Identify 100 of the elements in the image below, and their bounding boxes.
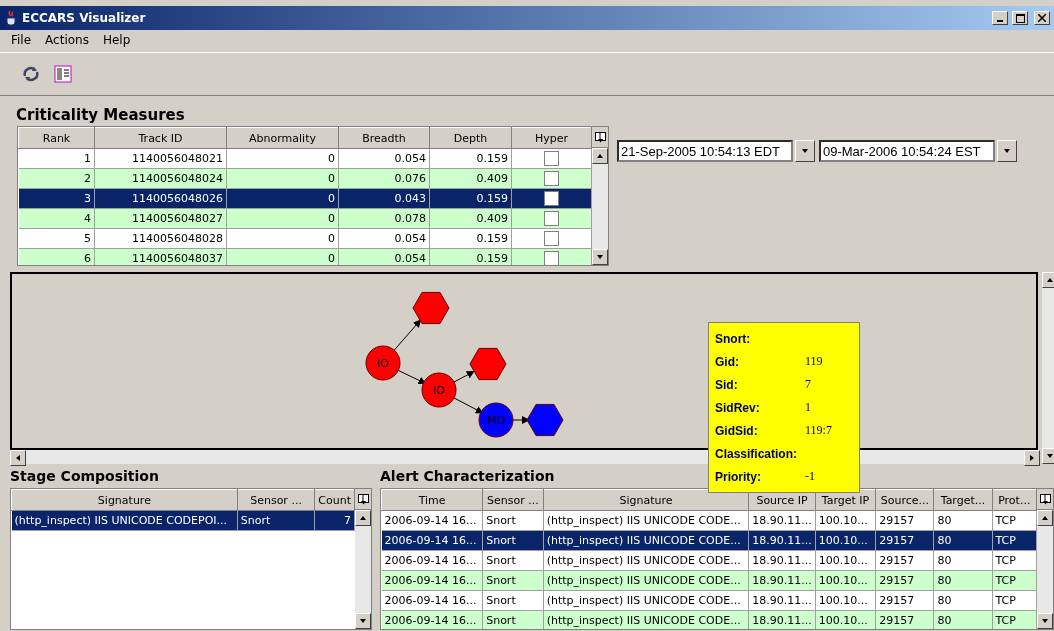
column-chooser-icon[interactable] [594,131,606,143]
up-arrow-icon [1041,514,1049,522]
down-arrow-icon [1003,147,1011,155]
column-header[interactable]: Hyper [511,127,592,149]
circle-node[interactable]: IO [421,372,457,408]
dropdown-button[interactable] [795,140,815,162]
column-header[interactable]: Time [381,489,483,511]
checkbox[interactable] [544,251,559,265]
checkbox[interactable] [544,231,559,246]
down-arrow-icon [1046,452,1054,460]
circle-node[interactable]: IO [365,345,401,381]
column-header[interactable]: Source... [875,489,934,511]
tooltip-value: 119 [805,354,823,369]
table-cell: 0.159 [429,228,512,249]
checkbox[interactable] [544,211,559,226]
hexagon-node[interactable] [469,347,507,381]
tooltip-value: 119:7 [805,423,832,438]
column-header[interactable]: Sensor ... [237,489,315,511]
table-cell: 80 [934,590,992,611]
column-header[interactable]: Breadth [338,127,430,149]
table-cell: 0.159 [429,148,512,169]
table-cell: 5 [18,228,95,249]
table-cell: 29157 [875,550,934,571]
up-arrow-icon [1046,276,1054,284]
table-cell: 2006-09-14 16... [381,510,483,531]
checkbox[interactable] [544,191,559,206]
table-cell: 29157 [875,510,934,531]
scroll-left-button[interactable] [10,450,26,466]
column-header[interactable]: Prot... [992,489,1037,511]
down-arrow-icon [801,147,809,155]
scroll-down-button[interactable] [1037,613,1053,629]
menu-item[interactable]: Actions [40,33,94,49]
table-cell: (http_inspect) IIS UNICODE CODEPOI... [11,510,238,531]
up-arrow-icon [596,152,604,160]
section-heading: Stage Composition [9,467,159,486]
hexagon-node[interactable] [526,403,564,437]
table-cell: Snort [482,510,544,531]
tooltip-label: Snort: [715,331,752,346]
tooltip-label: SidRev: [715,400,761,415]
table-cell: 0.054 [338,148,430,169]
table-cell: 2 [18,168,95,189]
table-cell: 3 [18,188,95,209]
tooltip-value: 1 [805,400,811,415]
scroll-down-button[interactable] [355,613,371,629]
column-chooser-icon[interactable] [1039,493,1051,505]
down-arrow-icon [1041,617,1049,625]
edge-arrow [453,371,475,383]
scroll-up-button[interactable] [592,148,608,164]
end-date-field[interactable]: 09-Mar-2006 10:54:24 EST [819,140,995,162]
close-button[interactable] [1034,11,1050,25]
tooltip-label: Gid: [715,354,740,369]
table-cell: 0 [226,148,339,169]
table-cell: 2006-09-14 16... [381,550,483,571]
checkbox[interactable] [544,171,559,186]
table-cell: 1140056048021 [94,148,227,169]
menu-item[interactable]: Help [97,33,136,49]
table-cell: 2006-09-14 16... [381,590,483,611]
scroll-up-button[interactable] [1042,272,1054,288]
column-header[interactable]: Signature [543,489,749,511]
column-header[interactable]: Target... [934,489,992,511]
minimize-button[interactable] [992,11,1008,25]
table-cell: 0.054 [338,228,430,249]
hexagon-node[interactable] [412,291,450,325]
checkbox[interactable] [544,151,559,166]
column-header[interactable]: Depth [429,127,512,149]
table-cell: 1140056048028 [94,228,227,249]
section-heading: Alert Characterization [380,467,555,486]
column-header[interactable]: Track ID [94,127,227,149]
up-arrow-icon [359,514,367,522]
table-cell: 29157 [875,590,934,611]
tooltip-label: Classification: [715,446,799,461]
tooltip-value: -1 [805,469,815,484]
column-header[interactable]: Count [314,489,355,511]
table-cell: (http_inspect) IIS UNICODE CODE... [543,550,749,571]
scroll-down-button[interactable] [592,249,608,265]
window-title: ECCARS Visualizer [22,11,147,25]
table-cell: 4 [18,208,95,229]
column-chooser-icon[interactable] [357,493,369,505]
right-arrow-icon [1028,454,1036,462]
down-arrow-icon [596,253,604,261]
column-header[interactable]: Signature [11,489,238,511]
menu-item[interactable]: File [6,33,37,49]
start-date-field[interactable]: 21-Sep-2005 10:54:13 EDT [617,140,793,162]
scroll-down-button[interactable] [1042,448,1054,464]
column-header[interactable]: Rank [18,127,95,149]
section-heading: Criticality Measures [15,105,186,126]
scroll-up-button[interactable] [1037,510,1053,526]
table-cell: 100.10... [815,590,876,611]
left-arrow-icon [14,454,22,462]
column-header[interactable]: Sensor ... [482,489,544,511]
dropdown-button[interactable] [997,140,1017,162]
scroll-right-button[interactable] [1024,450,1040,466]
table-cell: 80 [934,550,992,571]
maximize-button[interactable] [1012,11,1028,25]
table-cell: 18.90.11... [748,510,816,531]
layout-icon[interactable] [52,63,74,85]
scroll-up-button[interactable] [355,510,371,526]
column-header[interactable]: Abnormality [226,127,339,149]
table-cell: 2006-09-14 16... [381,530,483,551]
table-cell: Snort [482,550,544,571]
